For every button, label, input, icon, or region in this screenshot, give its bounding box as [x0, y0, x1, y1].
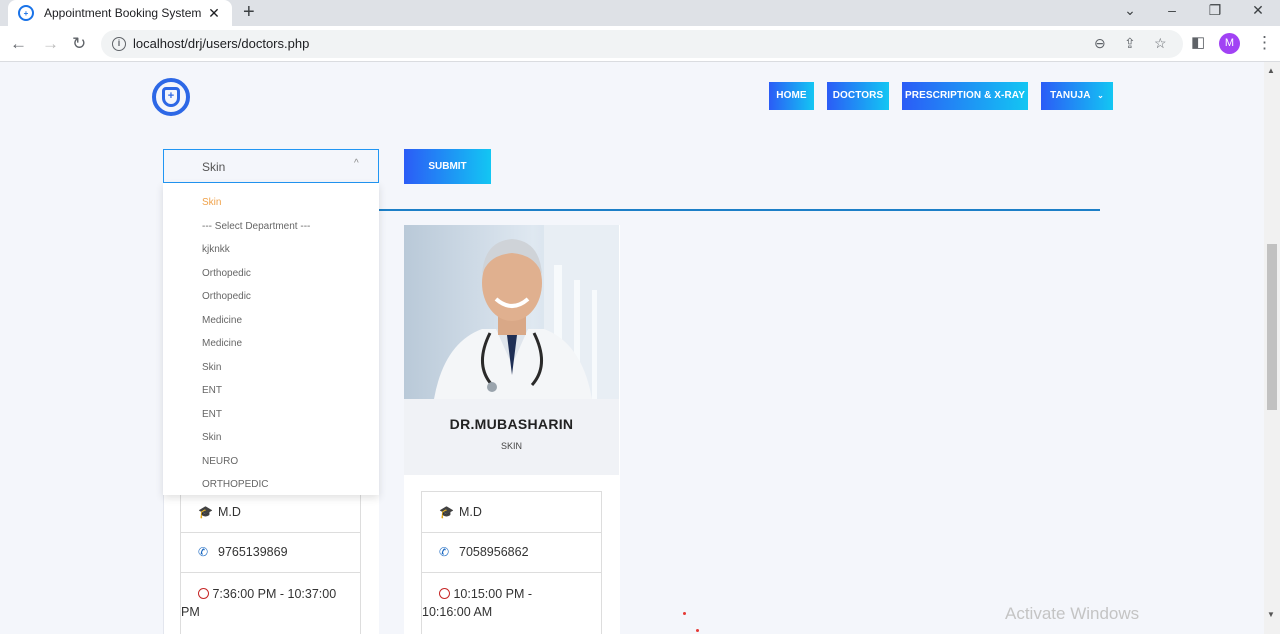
- scroll-down-icon[interactable]: ▼: [1267, 610, 1275, 619]
- nav-prescription-button[interactable]: PRESCRIPTION & X-RAY: [902, 82, 1028, 110]
- site-logo[interactable]: +: [152, 78, 190, 116]
- dropdown-option[interactable]: kjknkk: [202, 244, 230, 255]
- bookmark-star-icon[interactable]: ☆: [1154, 35, 1167, 52]
- site-info-icon[interactable]: i: [112, 37, 126, 51]
- share-icon[interactable]: ⇪: [1124, 35, 1136, 52]
- chevron-up-icon: ^: [354, 158, 359, 169]
- browser-tab[interactable]: + Appointment Booking System ✕: [8, 0, 232, 26]
- red-dot-decoration: [683, 612, 686, 615]
- profile-avatar[interactable]: M: [1219, 33, 1240, 54]
- minimize-icon[interactable]: –: [1152, 0, 1192, 26]
- medical-shield-icon: +: [162, 87, 180, 107]
- nav-user-dropdown[interactable]: TANUJA ⌄: [1041, 82, 1113, 110]
- scrollbar-thumb[interactable]: [1267, 244, 1277, 410]
- doctor-info-box: 🎓 M.D ✆ 7058956862 10:15:00 PM - 10:16:00 …: [421, 491, 602, 634]
- time-row: 10:15:00 PM - 10:16:00 AM: [422, 573, 601, 634]
- dropdown-option[interactable]: ORTHOPEDIC: [202, 479, 269, 490]
- doctor-portrait-image: [434, 225, 619, 399]
- browser-toolbar: ← → ↻ i localhost/drj/users/doctors.php …: [0, 26, 1280, 62]
- time-text-line1: 7:36:00 PM - 10:37:00: [212, 587, 337, 601]
- department-dropdown-list: Skin --- Select Department --- kjknkk Or…: [163, 183, 379, 495]
- dropdown-option[interactable]: Skin: [202, 432, 221, 443]
- time-text-line2: PM: [181, 605, 200, 619]
- dropdown-option[interactable]: Medicine: [202, 315, 242, 326]
- chevron-down-icon: ⌄: [1097, 91, 1104, 100]
- dropdown-option[interactable]: Orthopedic: [202, 291, 251, 302]
- scroll-up-icon[interactable]: ▲: [1267, 66, 1275, 75]
- close-tab-icon[interactable]: ✕: [206, 5, 222, 22]
- qualification-row: 🎓 M.D: [422, 492, 601, 533]
- dropdown-option[interactable]: Skin: [202, 362, 221, 373]
- dropdown-option[interactable]: ENT: [202, 385, 222, 396]
- clock-icon: [439, 588, 450, 599]
- tab-title: Appointment Booking System: [44, 6, 202, 20]
- doctor-info-box: 🎓 M.D ✆ 9765139869 7:36:00 PM - 10:37:00 P…: [180, 491, 361, 634]
- side-panel-icon[interactable]: ◧: [1191, 33, 1205, 53]
- zoom-icon[interactable]: ⊖: [1094, 35, 1106, 52]
- phone-icon: ✆: [198, 545, 209, 559]
- phone-text: 9765139869: [218, 545, 288, 559]
- qualification-text: M.D: [459, 505, 482, 519]
- restore-icon[interactable]: ❐: [1195, 0, 1235, 26]
- activate-windows-watermark: Activate Windows: [1005, 604, 1140, 623]
- department-select[interactable]: Skin ^: [163, 149, 379, 183]
- page-viewport: + HOME DOCTORS PRESCRIPTION & X-RAY TANU…: [0, 62, 1264, 634]
- phone-row: ✆ 7058956862: [422, 533, 601, 573]
- phone-row: ✆ 9765139869: [181, 533, 360, 573]
- new-tab-icon[interactable]: +: [243, 2, 255, 22]
- back-icon[interactable]: ←: [10, 34, 27, 54]
- department-select-value: Skin: [202, 160, 226, 174]
- qualification-text: M.D: [218, 505, 241, 519]
- doctor-photo: [404, 225, 619, 399]
- dropdown-option[interactable]: --- Select Department ---: [202, 221, 310, 232]
- reload-icon[interactable]: ↻: [72, 34, 86, 54]
- dropdown-option[interactable]: Medicine: [202, 338, 242, 349]
- tab-search-icon[interactable]: ⌄: [1110, 0, 1150, 26]
- url-text: localhost/drj/users/doctors.php: [133, 36, 310, 51]
- phone-text: 7058956862: [459, 545, 529, 559]
- address-bar[interactable]: i localhost/drj/users/doctors.php ⊖ ⇪ ☆: [101, 30, 1183, 58]
- forward-icon[interactable]: →: [42, 34, 59, 54]
- time-text-line1: 10:15:00 PM -: [453, 587, 532, 601]
- page-scrollbar[interactable]: ▲ ▼: [1264, 62, 1280, 634]
- red-dot-decoration: [696, 629, 699, 632]
- doctor-name: DR.MUBASHARIN: [449, 416, 574, 432]
- dropdown-option[interactable]: ENT: [202, 409, 222, 420]
- site-favicon-icon: +: [18, 5, 34, 21]
- doctor-department: SKIN: [500, 441, 522, 451]
- nav-home-button[interactable]: HOME: [769, 82, 814, 110]
- doctor-name-box: DR.MUBASHARIN SKIN: [404, 399, 619, 475]
- user-name: TANUJA: [1050, 90, 1091, 101]
- phone-icon: ✆: [439, 545, 450, 559]
- submit-button[interactable]: SUBMIT: [404, 149, 491, 184]
- dropdown-option[interactable]: NEURO: [202, 456, 238, 467]
- dropdown-option[interactable]: Orthopedic: [202, 268, 251, 279]
- time-text-line2: 10:16:00 AM: [422, 605, 493, 619]
- clock-icon: [198, 588, 209, 599]
- graduation-cap-icon: 🎓: [439, 505, 454, 519]
- qualification-row: 🎓 M.D: [181, 492, 360, 533]
- time-row: 7:36:00 PM - 10:37:00 PM: [181, 573, 360, 634]
- dropdown-option[interactable]: Skin: [202, 197, 221, 208]
- nav-doctors-button[interactable]: DOCTORS: [827, 82, 889, 110]
- menu-kebab-icon[interactable]: ⋮: [1256, 33, 1273, 53]
- graduation-cap-icon: 🎓: [198, 505, 213, 519]
- close-window-icon[interactable]: ✕: [1238, 0, 1278, 26]
- tab-strip: + Appointment Booking System ✕ + ⌄ – ❐ ✕: [0, 0, 1280, 26]
